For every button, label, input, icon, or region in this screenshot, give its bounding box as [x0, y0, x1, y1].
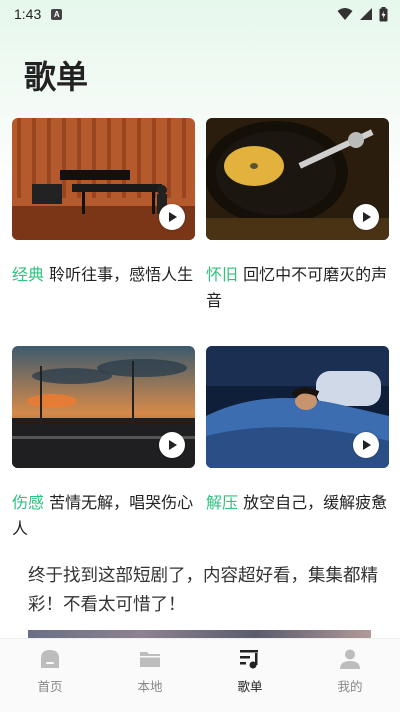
promo-text[interactable]: 终于找到这部短剧了，内容超好看，集集都精彩！不看太可惜了！ — [28, 562, 378, 620]
play-button[interactable] — [159, 432, 185, 458]
playlist-caption: 怀旧 回忆中不可磨灭的声音 — [206, 262, 389, 346]
status-time: 1:43 — [14, 6, 42, 22]
tab-label: 歌单 — [237, 679, 263, 694]
play-button[interactable] — [159, 204, 185, 230]
playlist-tag: 伤感 — [12, 493, 45, 512]
playlist-caption: 经典 聆听往事，感悟人生 — [12, 262, 195, 346]
wifi-icon — [337, 8, 353, 20]
folder-icon — [140, 652, 160, 667]
tab-home[interactable]: 首页 — [0, 639, 100, 712]
tab-playlist[interactable]: 歌单 — [200, 639, 300, 712]
playlist-card[interactable]: 伤感 苦情无解，唱哭伤心人 — [12, 346, 195, 574]
playlist-thumbnail[interactable] — [12, 118, 195, 240]
status-bar: 1:43 A — [0, 0, 400, 28]
play-icon — [169, 212, 177, 222]
page-title: 歌单 — [24, 58, 89, 96]
playlist-card[interactable]: 解压 放空自己，缓解疲惫 — [206, 346, 389, 574]
playlist-thumbnail[interactable] — [206, 346, 389, 468]
tab-label: 本地 — [137, 679, 163, 694]
music-note-icon — [240, 650, 258, 669]
battery-icon — [379, 6, 388, 21]
playlist-tag: 经典 — [12, 265, 45, 284]
playlist-tag: 解压 — [206, 493, 239, 512]
playlist-tag: 怀旧 — [206, 265, 239, 284]
signal-icon — [360, 8, 372, 20]
playlist-description: 放空自己，缓解疲惫 — [238, 493, 388, 512]
playlist-card[interactable]: 经典 聆听往事，感悟人生 — [12, 118, 195, 346]
tab-label: 首页 — [37, 679, 63, 694]
play-button[interactable] — [353, 432, 379, 458]
person-icon — [340, 649, 360, 669]
play-icon — [363, 440, 371, 450]
playlist-thumbnail[interactable] — [206, 118, 389, 240]
tab-mine[interactable]: 我的 — [300, 639, 400, 712]
bottom-tab-bar: 首页 本地 歌单 我的 — [0, 638, 400, 712]
playlist-description: 聆听往事，感悟人生 — [44, 265, 194, 284]
play-icon — [363, 212, 371, 222]
playlist-card[interactable]: 怀旧 回忆中不可磨灭的声音 — [206, 118, 389, 346]
home-icon — [41, 650, 59, 668]
playlist-thumbnail[interactable] — [12, 346, 195, 468]
notification-icon: A — [51, 8, 63, 20]
playlist-grid: 经典 聆听往事，感悟人生 怀旧 回忆中不可磨灭的声音 伤感 苦情无解，唱哭伤心人… — [12, 118, 389, 574]
tab-label: 我的 — [337, 679, 363, 694]
play-button[interactable] — [353, 204, 379, 230]
tab-local[interactable]: 本地 — [100, 639, 200, 712]
play-icon — [169, 440, 177, 450]
